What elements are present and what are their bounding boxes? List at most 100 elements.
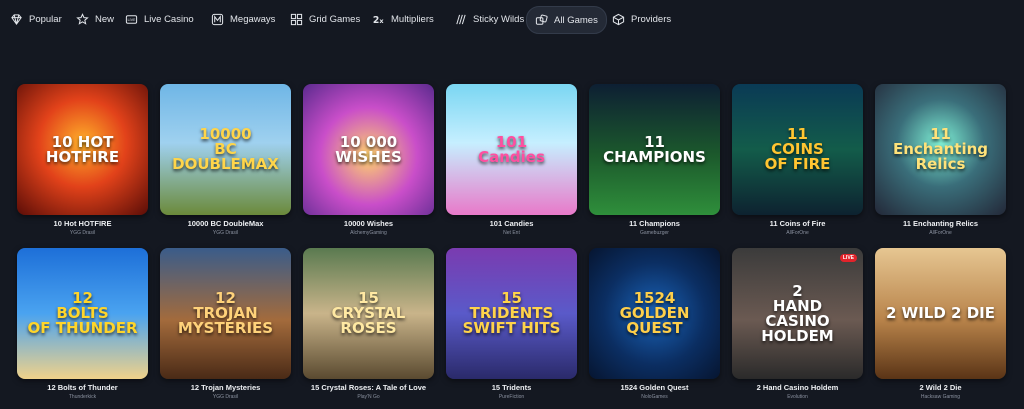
game-logo-art: 10 HOT HOTFIRE xyxy=(45,132,120,166)
game-thumbnail[interactable]: 12 TROJAN MYSTERIES xyxy=(160,248,291,379)
nav-item-label: Megaways xyxy=(230,13,276,25)
nav-item-popular[interactable]: Popular xyxy=(2,6,70,32)
multiplier-icon: 2x xyxy=(372,13,385,26)
game-logo-art: 2 WILD 2 DIE xyxy=(886,304,995,322)
game-tile[interactable]: 1524 GOLDEN QUEST 1524 Golden Quest NoloGa… xyxy=(589,248,720,400)
game-tile[interactable]: 11 CHAMPIONS 11 Champions Gamebuzger xyxy=(589,84,720,236)
game-provider: Play'N Go xyxy=(357,394,380,400)
game-provider: Net Ent xyxy=(503,230,520,236)
svg-text:2: 2 xyxy=(373,15,379,26)
nav-item-label: All Games xyxy=(554,14,598,26)
game-logo-art: 12 TROJAN MYSTERIES xyxy=(177,289,274,337)
game-title[interactable]: 11 Champions xyxy=(589,219,720,228)
game-provider: NoloGames xyxy=(641,394,668,400)
nav-item-label: Live Casino xyxy=(144,13,194,25)
game-title[interactable]: 10000 Wishes xyxy=(303,219,434,228)
game-provider: AlchemyGaming xyxy=(350,230,387,236)
megaways-icon xyxy=(211,13,224,26)
game-logo-art: 10 000 WISHES xyxy=(335,132,402,166)
game-title[interactable]: 15 Tridents xyxy=(446,383,577,392)
sticky-icon xyxy=(454,13,467,26)
game-logo-art: 12 BOLTS OF THUNDER xyxy=(27,289,138,337)
game-provider: YGG Drasil xyxy=(212,230,239,236)
game-title[interactable]: 15 Crystal Roses: A Tale of Love xyxy=(303,383,434,392)
game-provider: AllForOne xyxy=(786,230,809,236)
game-thumbnail[interactable]: 2 HAND CASINO HOLDEM LIVE xyxy=(732,248,863,379)
game-title[interactable]: 12 Bolts of Thunder xyxy=(17,383,148,392)
game-title[interactable]: 1524 Golden Quest xyxy=(589,383,720,392)
game-tile[interactable]: 2 HAND CASINO HOLDEM LIVE 2 Hand Casino Ho… xyxy=(732,248,863,400)
game-thumbnail[interactable]: 101 Candies xyxy=(446,84,577,215)
game-tile[interactable]: 10 HOT HOTFIRE 10 Hot HOTFIRE YGG Drasil xyxy=(17,84,148,236)
game-logo-art: 10000 BC DOUBLEMAX xyxy=(172,125,279,173)
nav-item-multipliers[interactable]: 2 x Multipliers xyxy=(364,6,442,32)
nav-item-sticky-wilds[interactable]: Sticky Wilds xyxy=(446,6,532,32)
game-thumbnail[interactable]: 15 CRYSTAL ROSES xyxy=(303,248,434,379)
nav-item-label: Sticky Wilds xyxy=(473,13,525,25)
game-tile[interactable]: 11 Enchanting Relics 11 Enchanting Relics… xyxy=(875,84,1006,236)
nav-item-all-games[interactable]: All Games xyxy=(526,6,607,34)
game-provider: Thunderkick xyxy=(68,394,97,400)
game-logo-art: 11 Enchanting Relics xyxy=(892,125,989,173)
game-title[interactable]: 10000 BC DoubleMax xyxy=(160,219,291,228)
game-thumbnail[interactable]: 1524 GOLDEN QUEST xyxy=(589,248,720,379)
game-tile[interactable]: 12 BOLTS OF THUNDER 12 Bolts of Thunder Th… xyxy=(17,248,148,400)
game-logo-art: 1524 GOLDEN QUEST xyxy=(619,289,690,337)
game-logo-art: 11 COINS OF FIRE xyxy=(764,125,831,173)
nav-item-providers[interactable]: Providers xyxy=(604,6,679,32)
game-tile[interactable]: 11 COINS OF FIRE 11 Coins of Fire AllForOn… xyxy=(732,84,863,236)
nav-item-grid-games[interactable]: Grid Games xyxy=(282,6,368,32)
live-icon: LIVE xyxy=(125,13,138,26)
game-thumbnail[interactable]: 11 COINS OF FIRE xyxy=(732,84,863,215)
game-logo-art: 11 CHAMPIONS xyxy=(603,132,706,166)
game-thumbnail[interactable]: 10000 BC DOUBLEMAX xyxy=(160,84,291,215)
game-logo-art: 15 TRIDENTS SWIFT HITS xyxy=(462,289,561,337)
svg-text:LIVE: LIVE xyxy=(127,18,136,22)
game-logo-art: 2 HAND CASINO HOLDEM xyxy=(761,281,834,345)
nav-item-megaways[interactable]: Megaways xyxy=(203,6,283,32)
game-thumbnail[interactable]: 2 WILD 2 DIE xyxy=(875,248,1006,379)
game-thumbnail[interactable]: 10 HOT HOTFIRE xyxy=(17,84,148,215)
game-provider: Gamebuzger xyxy=(640,230,669,236)
game-tile[interactable]: 15 CRYSTAL ROSES 15 Crystal Roses: A Tale… xyxy=(303,248,434,400)
game-title[interactable]: 2 Wild 2 Die xyxy=(875,383,1006,392)
game-tile[interactable]: 12 TROJAN MYSTERIES 12 Trojan Mysteries YG… xyxy=(160,248,291,400)
dice-icon xyxy=(535,14,548,27)
game-title[interactable]: 11 Enchanting Relics xyxy=(875,219,1006,228)
game-provider: Evolution xyxy=(787,394,808,400)
nav-item-new[interactable]: New xyxy=(68,6,122,32)
game-thumbnail[interactable]: 11 Enchanting Relics xyxy=(875,84,1006,215)
game-title[interactable]: 101 Candies xyxy=(446,219,577,228)
nav-item-label: Grid Games xyxy=(309,13,361,25)
game-tile[interactable]: 10 000 WISHES 10000 Wishes AlchemyGaming xyxy=(303,84,434,236)
live-badge: LIVE xyxy=(839,254,857,262)
nav-item-live-casino[interactable]: LIVE Live Casino xyxy=(117,6,202,32)
game-title[interactable]: 10 Hot HOTFIRE xyxy=(17,219,148,228)
category-nav: Popular New LIVE Live Casino Megaways Grid Ga… xyxy=(0,0,1024,38)
game-provider: PureFiction xyxy=(498,394,525,400)
nav-item-label: New xyxy=(95,13,115,25)
game-provider: AllForOne xyxy=(929,230,952,236)
game-thumbnail[interactable]: 10 000 WISHES xyxy=(303,84,434,215)
game-thumbnail[interactable]: 12 BOLTS OF THUNDER xyxy=(17,248,148,379)
game-provider: YGG Drasil xyxy=(212,394,239,400)
game-title[interactable]: 11 Coins of Fire xyxy=(732,219,863,228)
game-logo-art: 101 Candies xyxy=(478,132,545,166)
game-logo-art: 15 CRYSTAL ROSES xyxy=(331,289,406,337)
diamond-icon xyxy=(10,13,23,26)
game-title[interactable]: 12 Trojan Mysteries xyxy=(160,383,291,392)
game-tile[interactable]: 2 WILD 2 DIE 2 Wild 2 Die Hacksaw Gaming xyxy=(875,248,1006,400)
game-tile[interactable]: 101 Candies 101 Candies Net Ent xyxy=(446,84,577,236)
game-provider: YGG Drasil xyxy=(69,230,96,236)
svg-text:x: x xyxy=(379,17,384,25)
game-tile[interactable]: 10000 BC DOUBLEMAX 10000 BC DoubleMax YGG … xyxy=(160,84,291,236)
game-thumbnail[interactable]: 15 TRIDENTS SWIFT HITS xyxy=(446,248,577,379)
game-tile[interactable]: 15 TRIDENTS SWIFT HITS 15 Tridents PureFic… xyxy=(446,248,577,400)
game-provider: Hacksaw Gaming xyxy=(920,394,961,400)
nav-item-label: Providers xyxy=(631,13,672,25)
game-title[interactable]: 2 Hand Casino Holdem xyxy=(732,383,863,392)
game-thumbnail[interactable]: 11 CHAMPIONS xyxy=(589,84,720,215)
nav-item-label: Popular xyxy=(29,13,62,25)
star-icon xyxy=(76,12,89,26)
nav-item-label: Multipliers xyxy=(391,13,434,25)
